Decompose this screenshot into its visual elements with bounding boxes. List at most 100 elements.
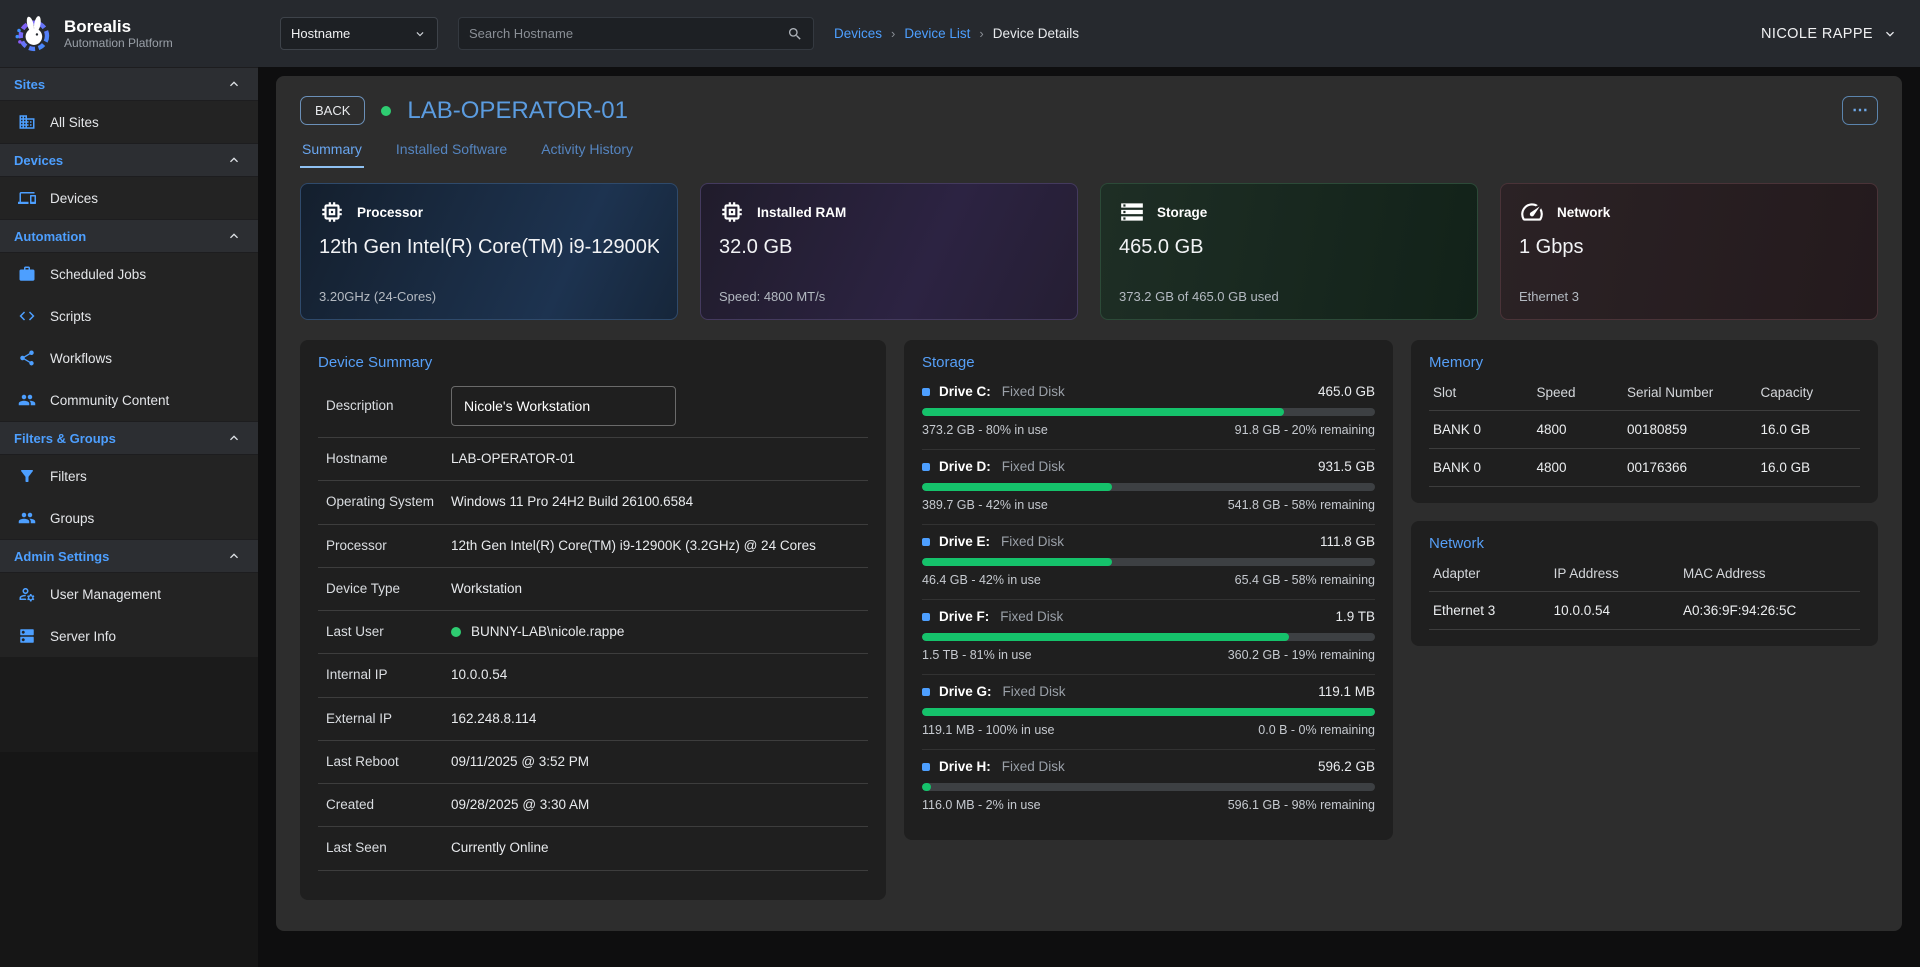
drive-row: Drive F: Fixed Disk 1.9 TB 1.5 TB - 81% …	[922, 600, 1375, 675]
right-column: Memory SlotSpeedSerial NumberCapacity BA…	[1411, 340, 1878, 646]
sidebar-item-scheduled-jobs[interactable]: Scheduled Jobs	[0, 253, 258, 295]
drive-row: Drive G: Fixed Disk 119.1 MB 119.1 MB - …	[922, 675, 1375, 750]
sidebar-section-header-automation[interactable]: Automation	[0, 219, 258, 253]
summary-label: Processor	[318, 537, 451, 555]
drive-remaining-text: 596.1 GB - 98% remaining	[1228, 798, 1375, 812]
summary-value: 10.0.0.54	[451, 665, 507, 685]
sidebar-item-server-info[interactable]: Server Info	[0, 615, 258, 657]
logo-strip: Borealis Automation Platform	[0, 0, 258, 67]
description-input[interactable]	[451, 386, 676, 426]
table-cell: 00176366	[1623, 449, 1757, 487]
code-icon	[18, 307, 36, 325]
table-row: Ethernet 310.0.0.54A0:36:9F:94:26:5C	[1429, 592, 1860, 630]
more-options-button[interactable]: ⋯	[1842, 96, 1878, 125]
drive-name: Drive C:	[939, 384, 991, 399]
drive-size: 119.1 MB	[1318, 684, 1375, 699]
section-items: User Management Server Info	[0, 573, 258, 657]
summary-value: 12th Gen Intel(R) Core(TM) i9-12900K (3.…	[451, 536, 816, 556]
drive-type: Fixed Disk	[1003, 684, 1066, 699]
drive-name: Drive D:	[939, 459, 991, 474]
back-button[interactable]: BACK	[300, 96, 365, 125]
search-box[interactable]	[458, 17, 814, 50]
sidebar-section-header-devices[interactable]: Devices	[0, 143, 258, 177]
search-input[interactable]	[469, 26, 787, 41]
device-summary-title: Device Summary	[318, 354, 868, 371]
sidebar-section-header-filters-groups[interactable]: Filters & Groups	[0, 421, 258, 455]
drive-remaining-text: 0.0 B - 0% remaining	[1258, 723, 1375, 737]
sidebar-item-user-management[interactable]: User Management	[0, 573, 258, 615]
sidebar-item-workflows[interactable]: Workflows	[0, 337, 258, 379]
table-cell: 4800	[1532, 449, 1623, 487]
summary-label: Operating System	[318, 493, 451, 511]
sidebar-section-devices: Devices Devices	[0, 143, 258, 219]
sidebar-nav: Sites All Sites Devices Devices Automati…	[0, 67, 258, 657]
sidebar-item-label: Filters	[50, 469, 87, 484]
summary-row: Last Reboot 09/11/2025 @ 3:52 PM	[318, 741, 868, 784]
storage-title: Storage	[922, 354, 1375, 371]
section-title: Admin Settings	[14, 549, 109, 564]
table-cell: 00180859	[1623, 411, 1757, 449]
chevron-up-icon	[226, 152, 242, 168]
table-cell: 16.0 GB	[1757, 411, 1860, 449]
network-table: AdapterIP AddressMAC Address Ethernet 31…	[1429, 556, 1860, 630]
tab-summary[interactable]: Summary	[300, 137, 364, 168]
share-icon	[18, 349, 36, 367]
storage-panel: Storage Drive C: Fixed Disk 465.0 GB 373…	[904, 340, 1393, 840]
drive-usage-fill	[922, 483, 1112, 491]
sidebar-section-header-admin-settings[interactable]: Admin Settings	[0, 539, 258, 573]
drive-size: 1.9 TB	[1335, 609, 1375, 624]
stat-card-footer: Speed: 4800 MT/s	[719, 289, 1059, 304]
summary-row: Created 09/28/2025 @ 3:30 AM	[318, 784, 868, 827]
drive-type: Fixed Disk	[1002, 459, 1065, 474]
summary-row: Last Seen Currently Online	[318, 827, 868, 870]
breadcrumb-link[interactable]: Device List	[904, 26, 970, 41]
tab-activity-history[interactable]: Activity History	[539, 137, 635, 168]
stat-card-head: Storage	[1119, 199, 1459, 225]
sidebar-item-community-content[interactable]: Community Content	[0, 379, 258, 421]
summary-row: Device Type Workstation	[318, 568, 868, 611]
memory-panel: Memory SlotSpeedSerial NumberCapacity BA…	[1411, 340, 1878, 503]
sidebar-item-all-sites[interactable]: All Sites	[0, 101, 258, 143]
network-panel: Network AdapterIP AddressMAC Address Eth…	[1411, 521, 1878, 646]
section-title: Automation	[14, 229, 86, 244]
sidebar-section-filters-groups: Filters & Groups Filters Groups	[0, 421, 258, 539]
drive-size: 596.2 GB	[1318, 759, 1375, 774]
sidebar-item-scripts[interactable]: Scripts	[0, 295, 258, 337]
sidebar-item-label: All Sites	[50, 115, 99, 130]
summary-value: Windows 11 Pro 24H2 Build 26100.6584	[451, 492, 693, 512]
column-header: Slot	[1429, 375, 1532, 411]
stat-card-processor: Processor 12th Gen Intel(R) Core(TM) i9-…	[300, 183, 678, 320]
drive-remaining-text: 360.2 GB - 19% remaining	[1228, 648, 1375, 662]
sidebar-item-label: Server Info	[50, 629, 116, 644]
summary-row: External IP 162.248.8.114	[318, 698, 868, 741]
sidebar-item-devices[interactable]: Devices	[0, 177, 258, 219]
drive-used-text: 46.4 GB - 42% in use	[922, 573, 1041, 587]
breadcrumb-link[interactable]: Devices	[834, 26, 882, 41]
sidebar-item-filters[interactable]: Filters	[0, 455, 258, 497]
summary-row: Hostname LAB-OPERATOR-01	[318, 438, 868, 481]
sidebar-item-groups[interactable]: Groups	[0, 497, 258, 539]
chevron-up-icon	[226, 548, 242, 564]
cpu-icon	[319, 199, 345, 225]
sidebar-section-header-sites[interactable]: Sites	[0, 67, 258, 101]
tab-installed-software[interactable]: Installed Software	[394, 137, 509, 168]
summary-value: 162.248.8.114	[451, 709, 536, 729]
table-cell: 4800	[1532, 411, 1623, 449]
hostname-filter-select[interactable]: Hostname	[280, 17, 438, 50]
summary-value: BUNNY-LAB\nicole.rappe	[471, 622, 624, 642]
drive-used-text: 389.7 GB - 42% in use	[922, 498, 1048, 512]
panels-row: Device Summary Description Hostname LAB-…	[300, 340, 1878, 900]
borealis-logo-icon	[12, 13, 54, 55]
sidebar-item-label: Devices	[50, 191, 98, 206]
drive-row: Drive H: Fixed Disk 596.2 GB 116.0 MB - …	[922, 750, 1375, 824]
drive-usage-bar	[922, 783, 1375, 791]
summary-label: Description	[318, 397, 451, 415]
drive-usage-fill	[922, 708, 1375, 716]
stat-card-value: 1 Gbps	[1519, 236, 1859, 259]
sidebar-section-sites: Sites All Sites	[0, 67, 258, 143]
column-header: Capacity	[1757, 375, 1860, 411]
stat-card-footer: Ethernet 3	[1519, 289, 1859, 304]
section-items: All Sites	[0, 101, 258, 143]
user-menu[interactable]: NICOLE RAPPE	[1761, 26, 1898, 42]
table-row: BANK 048000018085916.0 GB	[1429, 411, 1860, 449]
